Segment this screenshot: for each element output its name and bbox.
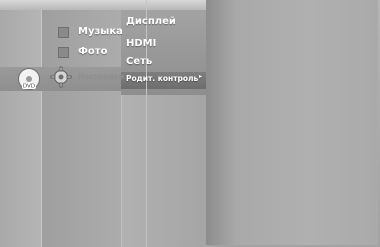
menu-item-photo[interactable]: Фото bbox=[78, 46, 107, 57]
submenu-item-parental-control[interactable]: Родит. контроль bbox=[126, 74, 198, 83]
chevron-right-icon: ▸ bbox=[199, 73, 203, 80]
top-strip bbox=[0, 0, 206, 10]
submenu-item-network[interactable]: Сеть bbox=[126, 56, 152, 67]
submenu-item-hdmi[interactable]: HDMI bbox=[126, 38, 156, 49]
submenu-item-display[interactable]: Дисплей bbox=[126, 16, 176, 27]
content-area bbox=[206, 0, 378, 245]
column-1 bbox=[0, 0, 41, 247]
svg-text:DVD: DVD bbox=[23, 84, 35, 90]
photo-icon bbox=[58, 47, 69, 58]
menu-item-music[interactable]: Музыка bbox=[78, 26, 123, 37]
gear-icon[interactable] bbox=[50, 66, 72, 88]
disc-dvd-icon[interactable]: DVD bbox=[16, 66, 42, 92]
menu-item-settings[interactable]: Настройки bbox=[78, 72, 124, 81]
disc-dvd-icon-svg: DVD bbox=[18, 68, 40, 90]
gear-icon-svg bbox=[50, 66, 72, 88]
music-icon bbox=[58, 27, 69, 38]
column-2 bbox=[41, 0, 122, 247]
